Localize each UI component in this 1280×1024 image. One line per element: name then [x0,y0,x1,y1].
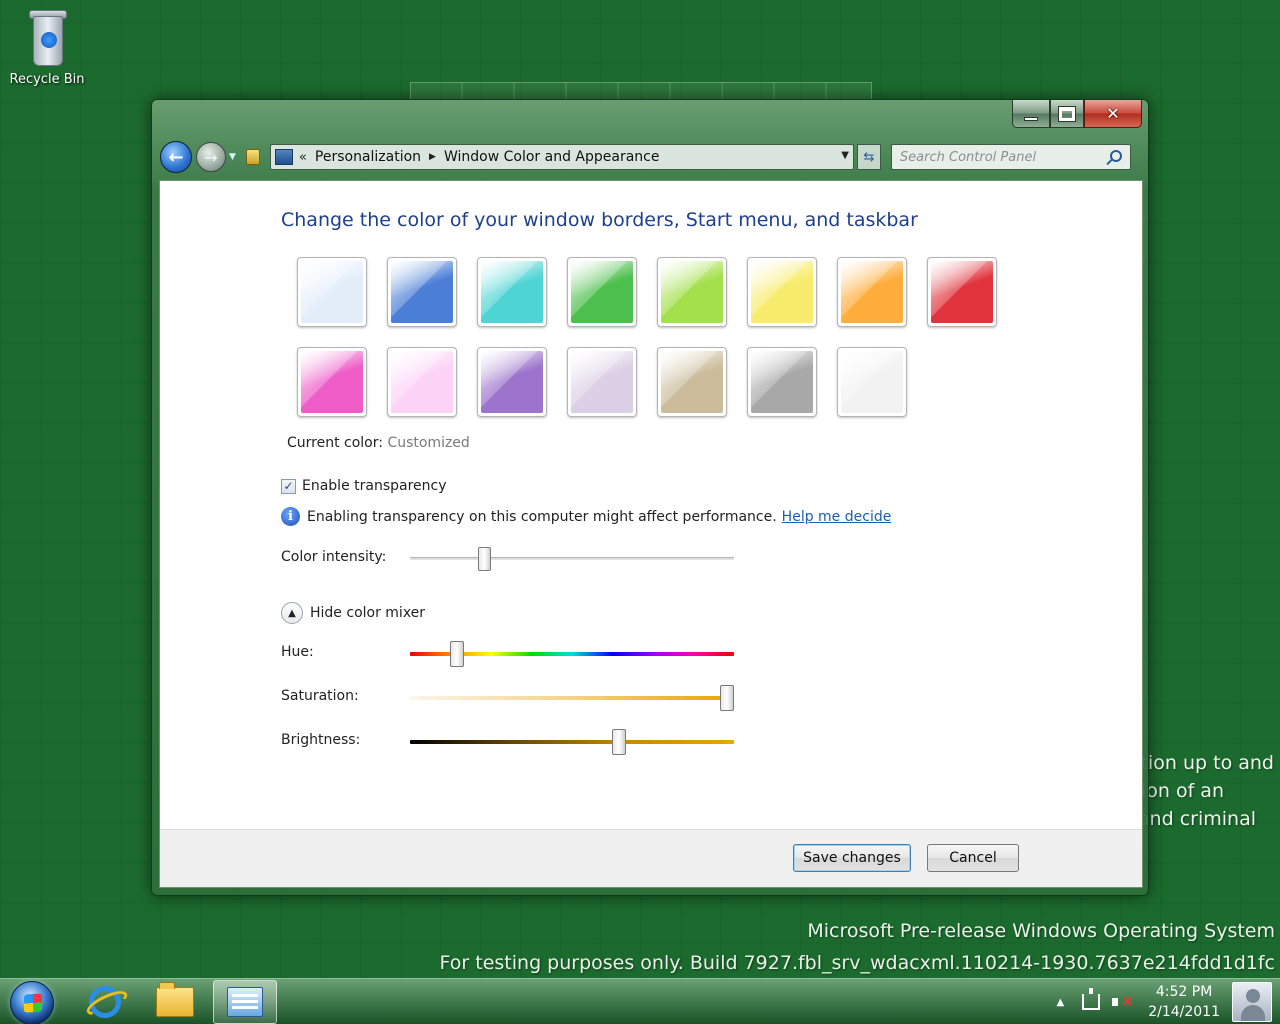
performance-warning-text: Enabling transparency on this computer m… [307,508,777,525]
minimize-button[interactable] [1012,100,1050,128]
close-icon: ✕ [1106,104,1120,123]
color-swatch[interactable] [837,257,907,327]
color-swatch[interactable] [477,257,547,327]
watermark-line-2: For testing purposes only. Build 7927.fb… [439,952,1275,974]
taskbar-control-panel[interactable] [213,980,277,1024]
saturation-slider-track[interactable] [410,696,734,700]
mixer-toggle-label: Hide color mixer [310,605,426,621]
navigation-bar: ← → ▼ « Personalization ▶ Window Color a… [160,140,1140,174]
transparency-checkbox[interactable]: ✓ [281,478,296,494]
checkmark-icon: ✓ [283,479,294,493]
start-button[interactable] [10,981,54,1024]
color-swatch[interactable] [297,347,367,417]
control-panel-icon [274,149,293,165]
color-swatch[interactable] [567,257,637,327]
recent-pages-dropdown[interactable]: ▼ [229,152,236,162]
color-swatch[interactable] [567,347,637,417]
cancel-button[interactable]: Cancel [927,844,1019,872]
internet-explorer-icon [89,986,121,1018]
intensity-slider-track[interactable] [410,557,734,560]
network-icon[interactable] [1082,988,1101,1010]
back-arrow-icon: ← [168,146,184,168]
clock-time: 4:52 PM [1155,984,1213,1000]
notification-area: ▲ 4:52 PM 2/14/2011 [1057,979,1221,1024]
taskbar-windows-explorer[interactable] [145,980,205,1024]
taskbar: ▲ 4:52 PM 2/14/2011 [0,978,1280,1024]
brightness-slider-thumb[interactable] [611,729,626,755]
folder-icon [156,982,194,1017]
recycle-bin-icon [25,6,69,68]
recycle-bin-shortcut[interactable]: Recycle Bin [4,6,90,87]
color-swatch[interactable] [927,257,997,327]
breadcrumb-personalization[interactable]: Personalization [315,149,421,165]
help-me-decide-link[interactable]: Help me decide [782,509,892,525]
address-bar[interactable]: « Personalization ▶ Window Color and App… [269,144,854,170]
volume-muted-icon[interactable] [1112,992,1134,1010]
breadcrumb-window-color[interactable]: Window Color and Appearance [444,149,660,165]
maximize-icon [1058,105,1076,122]
transparency-label: Enable transparency [302,478,447,494]
search-icon[interactable] [1109,150,1122,162]
save-changes-button[interactable]: Save changes [793,844,911,872]
chevron-up-icon: ▲ [281,602,303,624]
forward-arrow-icon: → [204,147,218,167]
forward-button[interactable]: → [196,142,226,172]
button-footer: Save changes Cancel [160,829,1142,887]
background-window-edge [410,82,872,100]
maximize-button[interactable] [1050,100,1084,128]
saturation-slider-thumb[interactable] [720,685,734,711]
address-dropdown-icon[interactable]: ▼ [841,150,849,161]
saturation-label: Saturation: [281,688,359,704]
recycle-bin-label: Recycle Bin [9,72,85,87]
taskbar-internet-explorer[interactable] [75,980,135,1024]
color-swatch[interactable] [387,257,457,327]
refresh-icon: ⇆ [863,149,875,165]
caption-buttons: ✕ [1012,100,1142,128]
hue-slider-thumb[interactable] [450,641,465,667]
performance-warning: i Enabling transparency on this computer… [281,507,891,526]
current-color-text: Current color: Customized [287,435,470,451]
refresh-button[interactable]: ⇆ [856,144,881,170]
intensity-slider-thumb[interactable] [478,547,492,571]
clock[interactable]: 4:52 PM 2/14/2011 [1148,982,1220,1022]
search-box[interactable] [890,144,1131,170]
info-icon: i [281,507,300,526]
page-title: Change the color of your window borders,… [281,209,918,231]
hue-label: Hue: [281,644,314,660]
intensity-label: Color intensity: [281,549,387,565]
color-swatch[interactable] [657,257,727,327]
clock-date: 2/14/2011 [1148,1004,1220,1020]
back-button[interactable]: ← [160,141,192,173]
color-swatch[interactable] [837,347,907,417]
color-mixer-toggle[interactable]: ▲ Hide color mixer [281,602,425,624]
control-panel-window: ✕ ← → ▼ « Personalization ▶ Window Color… [151,99,1149,896]
watermark-line-1: Microsoft Pre-release Windows Operating … [807,920,1275,942]
color-swatch[interactable] [297,257,367,327]
minimize-icon [1024,116,1038,121]
color-swatch[interactable] [657,347,727,417]
color-swatch[interactable] [747,257,817,327]
breadcrumb-overflow[interactable]: « [299,150,307,165]
breadcrumb-separator-icon[interactable]: ▶ [429,152,436,162]
search-input[interactable] [899,149,1100,165]
brightness-label: Brightness: [281,732,361,748]
user-avatar-icon[interactable] [1232,982,1272,1022]
transparency-option[interactable]: ✓ Enable transparency [281,478,447,494]
current-color-value: Customized [387,435,470,451]
brightness-slider-track[interactable] [410,740,734,744]
color-swatch[interactable] [477,347,547,417]
control-panel-home-icon[interactable] [245,149,260,165]
color-swatch[interactable] [747,347,817,417]
close-button[interactable]: ✕ [1084,100,1142,128]
control-panel-icon [227,987,263,1017]
color-swatch[interactable] [387,347,457,417]
content-pane: Change the color of your window borders,… [159,180,1143,888]
show-hidden-icons-icon[interactable]: ▲ [1057,997,1065,1008]
current-color-label: Current color: [287,435,383,451]
